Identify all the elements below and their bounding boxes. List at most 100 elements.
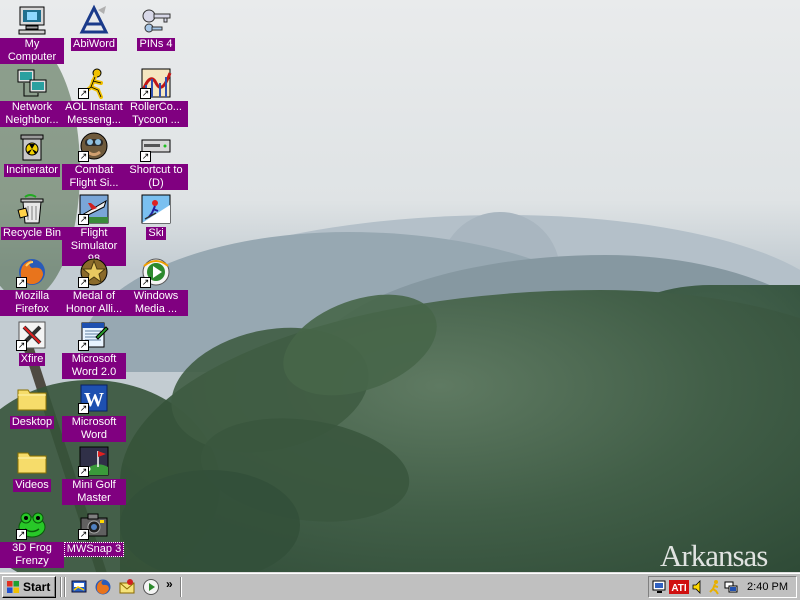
rollercoaster-icon: ↗	[140, 67, 172, 99]
desktop-icon-label: Microsoft Word	[62, 416, 126, 442]
desktop-icon-label: MWSnap 3	[63, 542, 125, 557]
desktop-icon-mini-golf-master[interactable]: ↗ Mini Golf Master	[62, 445, 126, 505]
monitor-icon[interactable]	[652, 579, 668, 595]
desktop-icon-shortcut-to-d[interactable]: ↗ Shortcut to (D)	[124, 130, 188, 190]
desktop-icon-label: Mozilla Firefox	[0, 290, 64, 316]
shortcut-arrow-icon: ↗	[16, 340, 27, 351]
desktop-icon-desktop-folder[interactable]: Desktop	[0, 382, 64, 429]
firefox-icon[interactable]	[94, 578, 112, 596]
key-icon	[140, 4, 172, 36]
desktop-icon-label: Network Neighbor...	[0, 101, 64, 127]
desktop-icon-incinerator[interactable]: Incinerator	[0, 130, 64, 177]
start-button[interactable]: Start	[2, 576, 56, 598]
show-desktop-icon[interactable]	[70, 578, 88, 596]
desktop-icon-label: Videos	[13, 479, 51, 492]
desktop-icon-microsoft-word[interactable]: W ↗ Microsoft Word	[62, 382, 126, 442]
windows-logo-icon	[7, 581, 19, 593]
pilot-icon: ↗	[78, 130, 110, 162]
shortcut-arrow-icon: ↗	[16, 529, 27, 540]
taskbar: Start » ATI 2:40 PM	[0, 572, 800, 600]
taskbar-separator	[60, 577, 62, 597]
desktop-icon-recycle-bin[interactable]: Recycle Bin	[0, 193, 64, 240]
shortcut-arrow-icon: ↗	[78, 466, 89, 477]
ski-icon	[140, 193, 172, 225]
desktop-icon-label: 3D Frog Frenzy	[0, 542, 64, 568]
desktop-icon-xfire[interactable]: ↗ Xfire	[0, 319, 64, 366]
desktop-icon-videos-folder[interactable]: Videos	[0, 445, 64, 492]
xfire-icon: ↗	[16, 319, 48, 351]
network-icon	[16, 67, 48, 99]
desktop-icon-label: AbiWord	[71, 38, 117, 51]
desktop-icon-label: Incinerator	[4, 164, 60, 177]
folder-icon	[16, 445, 48, 477]
desktop-icon-abiword[interactable]: AbiWord	[62, 4, 126, 51]
wallpaper-pine-branch	[120, 470, 300, 572]
word-icon: W ↗	[78, 382, 110, 414]
desktop-icon-label: PINs 4	[137, 38, 175, 51]
shortcut-arrow-icon: ↗	[140, 277, 151, 288]
quick-launch-more-chevron[interactable]: »	[166, 577, 173, 591]
shortcut-arrow-icon: ↗	[140, 88, 151, 99]
desktop-icon-ski[interactable]: Ski	[124, 193, 188, 240]
golf-icon: ↗	[78, 445, 110, 477]
shortcut-arrow-icon: ↗	[16, 277, 27, 288]
desktop-icon-aol-instant-messenger[interactable]: ↗ AOL Instant Messeng...	[62, 67, 126, 127]
folder-icon	[16, 382, 48, 414]
shortcut-arrow-icon: ↗	[78, 88, 89, 99]
desktop-icon-windows-media[interactable]: ↗ Windows Media ...	[124, 256, 188, 316]
incinerator-icon	[16, 130, 48, 162]
ati-label: ATI	[671, 583, 687, 594]
shortcut-arrow-icon: ↗	[78, 403, 89, 414]
desktop-icon-label: Windows Media ...	[124, 290, 188, 316]
desktop-icon-mozilla-firefox[interactable]: ↗ Mozilla Firefox	[0, 256, 64, 316]
shortcut-arrow-icon: ↗	[140, 151, 151, 162]
desktop-icon-label: Xfire	[18, 353, 46, 366]
desktop-icon-3d-frog-frenzy[interactable]: ↗ 3D Frog Frenzy	[0, 508, 64, 568]
computer-icon	[16, 4, 48, 36]
desktop-icon-label: Microsoft Word 2.0	[62, 353, 126, 379]
taskbar-clock[interactable]: 2:40 PM	[747, 581, 788, 593]
abiword-icon	[78, 4, 110, 36]
desktop-icon-label: My Computer	[0, 38, 64, 64]
desktop-icon-rollercoaster-tycoon[interactable]: ↗ RollerCo... Tycoon ...	[124, 67, 188, 127]
shortcut-arrow-icon: ↗	[78, 529, 89, 540]
media-player-icon: ↗	[140, 256, 172, 288]
desktop-icon-my-computer[interactable]: My Computer	[0, 4, 64, 64]
shortcut-arrow-icon: ↗	[78, 214, 89, 225]
desktop-icon-label: RollerCo... Tycoon ...	[124, 101, 188, 127]
desktop-icon-label: Shortcut to (D)	[124, 164, 188, 190]
network-icon[interactable]	[723, 579, 739, 595]
frog-icon: ↗	[16, 508, 48, 540]
desktop[interactable]: Arkansas My Computer AbiWord PINs 4 Network…	[0, 0, 800, 572]
desktop-icon-combat-flight-sim[interactable]: ↗ Combat Flight Si...	[62, 130, 126, 190]
shortcut-arrow-icon: ↗	[78, 277, 89, 288]
aim-runner-icon: ↗	[78, 67, 110, 99]
airplane-icon: ↗	[78, 193, 110, 225]
start-label: Start	[23, 580, 51, 594]
desktop-icon-label: Combat Flight Si...	[62, 164, 126, 190]
desktop-icon-label: Mini Golf Master	[62, 479, 126, 505]
camera-icon: ↗	[78, 508, 110, 540]
desktop-icon-microsoft-word-2[interactable]: ↗ Microsoft Word 2.0	[62, 319, 126, 379]
system-tray: ATI 2:40 PM	[648, 576, 797, 598]
taskbar-separator	[180, 577, 182, 597]
desktop-icon-label: Recycle Bin	[0, 227, 64, 240]
drive-icon: ↗	[140, 130, 172, 162]
desktop-icon-label: Ski	[146, 227, 166, 240]
wallpaper-watermark: Arkansas	[660, 538, 768, 572]
medal-icon: ↗	[78, 256, 110, 288]
mail-icon[interactable]	[118, 578, 136, 596]
media-player-icon[interactable]	[142, 578, 160, 596]
desktop-icon-label: Medal of Honor Alli...	[62, 290, 126, 316]
recycle-bin-icon	[16, 193, 48, 225]
volume-icon[interactable]	[691, 579, 707, 595]
desktop-icon-medal-of-honor[interactable]: ↗ Medal of Honor Alli...	[62, 256, 126, 316]
desktop-icon-pins4[interactable]: PINs 4	[124, 4, 188, 51]
shortcut-arrow-icon: ↗	[78, 151, 89, 162]
ati-icon[interactable]: ATI	[669, 579, 689, 595]
desktop-icon-label: AOL Instant Messeng...	[62, 101, 126, 127]
desktop-icon-mwsnap3[interactable]: ↗ MWSnap 3	[62, 508, 126, 557]
word-classic-icon: ↗	[78, 319, 110, 351]
runner-icon[interactable]	[707, 579, 723, 595]
desktop-icon-network-neighborhood[interactable]: Network Neighbor...	[0, 67, 64, 127]
